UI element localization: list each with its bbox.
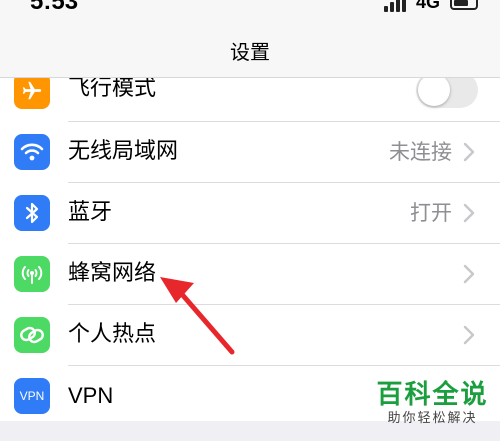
settings-row-airplane-mode[interactable]: 飞行模式 — [0, 78, 500, 121]
settings-row-label: 飞行模式 — [68, 78, 157, 101]
settings-row-label: 无线局域网 — [68, 139, 179, 164]
network-type-label: 4G — [415, 0, 440, 12]
watermark-subtitle: 助你轻松解决 — [387, 411, 478, 426]
settings-row-bluetooth[interactable]: 蓝牙 打开 — [0, 183, 500, 243]
signal-strength-icon — [383, 0, 406, 12]
vpn-icon-text: VPN — [19, 389, 45, 403]
airplane-icon — [14, 78, 50, 109]
bluetooth-status-value: 打开 — [410, 201, 452, 225]
wifi-icon — [14, 134, 50, 170]
status-indicators: 4G — [383, 0, 478, 13]
battery-icon — [450, 0, 478, 10]
settings-row-personal-hotspot[interactable]: 个人热点 — [0, 305, 500, 365]
settings-row-label: 蜂窝网络 — [68, 261, 157, 286]
settings-row-label: 个人热点 — [68, 322, 157, 347]
cellular-icon — [14, 256, 50, 292]
navigation-bar: 设置 — [0, 18, 500, 78]
page-title: 设置 — [230, 40, 270, 64]
wifi-status-value: 未连接 — [389, 140, 452, 164]
chevron-right-icon — [463, 264, 475, 284]
settings-row-cellular[interactable]: 蜂窝网络 — [0, 244, 500, 304]
toggle-knob — [418, 78, 450, 106]
status-bar: 5:53 4G — [0, 0, 500, 18]
chevron-right-icon — [463, 142, 475, 162]
status-time: 5:53 — [30, 0, 79, 15]
bluetooth-icon — [14, 195, 50, 231]
chevron-right-icon — [463, 203, 475, 223]
airplane-mode-toggle[interactable] — [416, 78, 478, 108]
hotspot-icon — [14, 317, 50, 353]
chevron-right-icon — [463, 325, 475, 345]
settings-row-wifi[interactable]: 无线局域网 未连接 — [0, 122, 500, 182]
vpn-icon: VPN — [14, 378, 50, 414]
watermark-title: 百科全说 — [376, 380, 489, 410]
settings-row-label: VPN — [68, 383, 114, 408]
watermark-logo: 百科全说 助你轻松解决 — [370, 380, 495, 428]
settings-list: 飞行模式 无线局域网 未连接 蓝牙 打开 蜂窝网络 个人热点 VPN VPN — [0, 78, 500, 421]
settings-row-label: 蓝牙 — [68, 200, 113, 225]
